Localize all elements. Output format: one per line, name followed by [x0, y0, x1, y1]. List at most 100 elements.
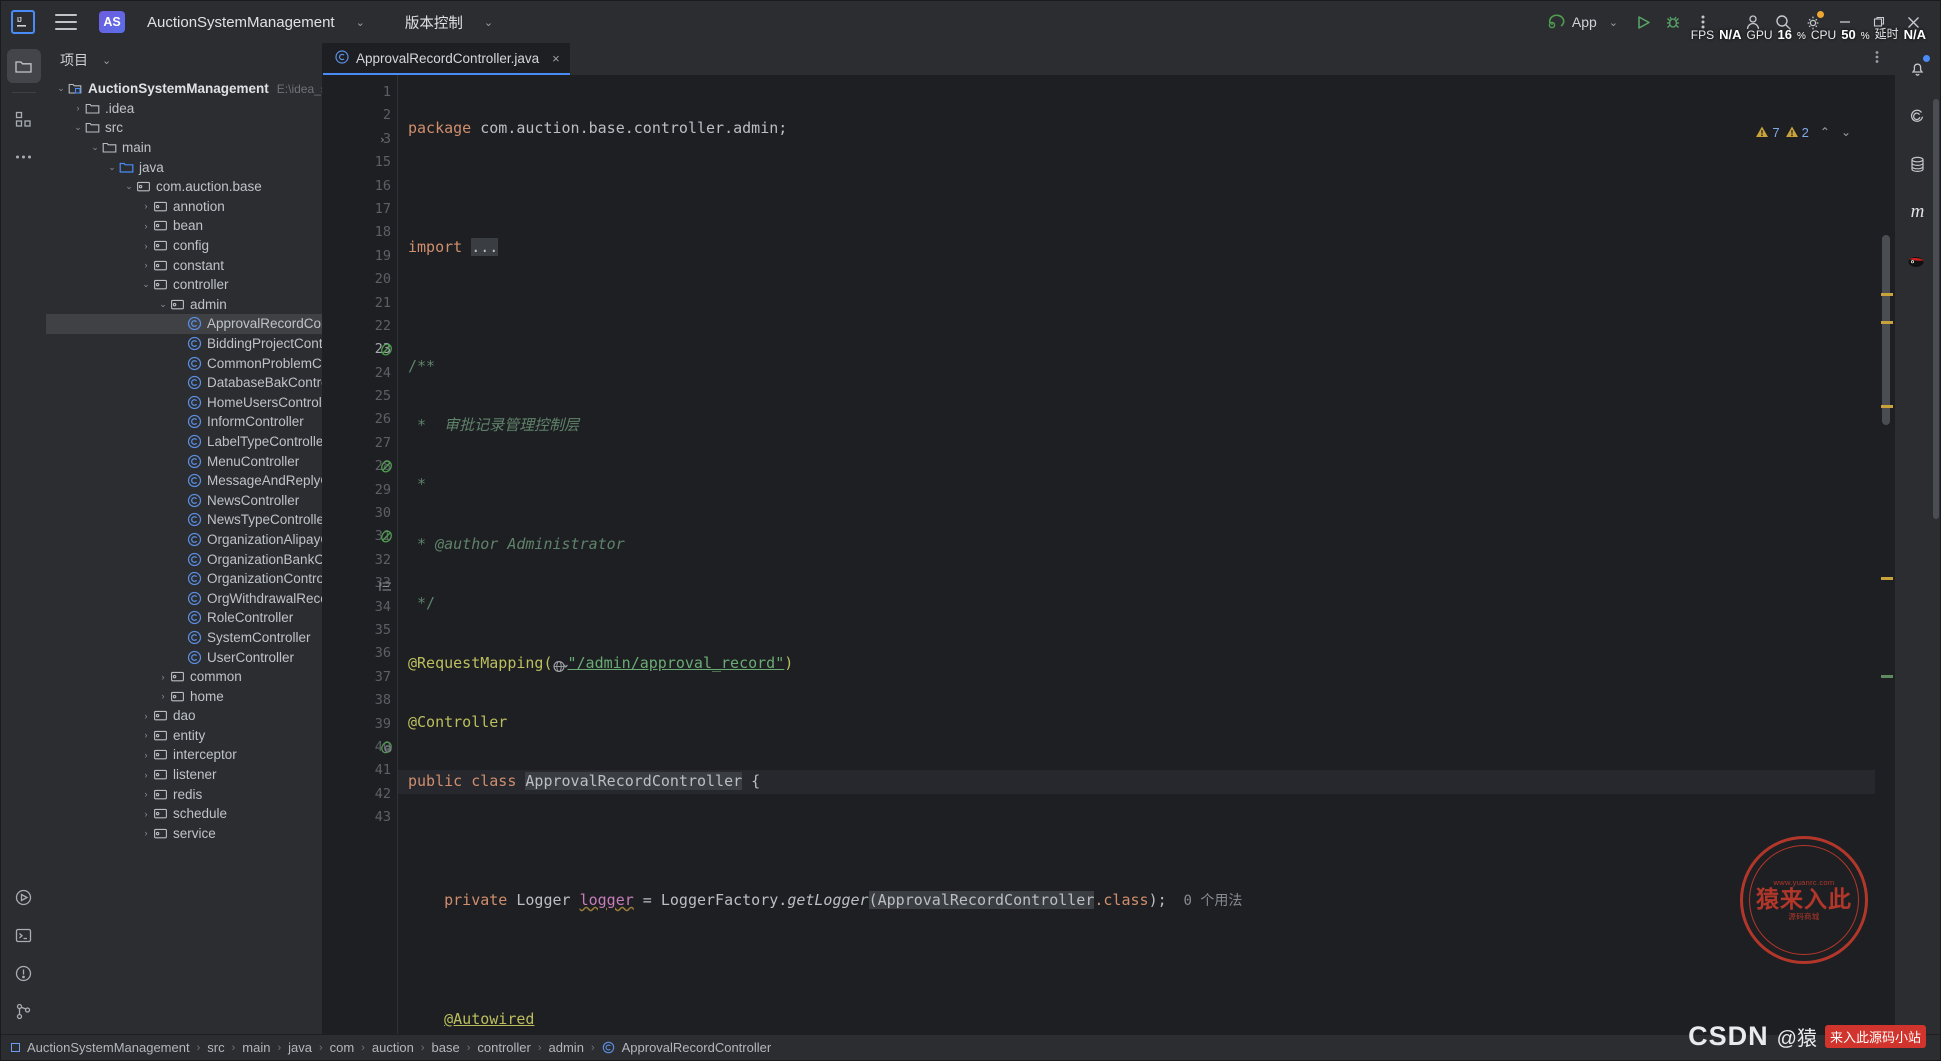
- gutter-line-37[interactable]: 37: [323, 666, 397, 689]
- gutter-line-17[interactable]: 17: [323, 198, 397, 221]
- tree-node-bean[interactable]: › bean: [46, 216, 322, 236]
- tree-toggle-arrow[interactable]: ›: [139, 711, 153, 721]
- usages-inlay-hint[interactable]: 0 个用法: [1183, 893, 1242, 909]
- prev-problem-icon[interactable]: ⌃: [1820, 125, 1830, 139]
- tree-node-newscontroller[interactable]: NewsController: [46, 490, 322, 510]
- tree-node-redis[interactable]: › redis: [46, 784, 322, 804]
- project-view-chevron-down-icon[interactable]: ⌄: [102, 54, 111, 67]
- tree-toggle-arrow[interactable]: ⌄: [122, 181, 136, 192]
- tree-node-organizationalipaycontroller[interactable]: OrganizationAlipayController: [46, 530, 322, 550]
- breadcrumb-controller[interactable]: controller: [477, 1040, 530, 1055]
- project-tree[interactable]: ⌄ AuctionSystemManagement E:\idea_space\Au…: [46, 77, 322, 1034]
- tree-toggle-arrow[interactable]: ⌄: [156, 299, 170, 310]
- tree-node-menucontroller[interactable]: MenuController: [46, 451, 322, 471]
- tree-toggle-arrow[interactable]: ›: [139, 750, 153, 760]
- tree-toggle-arrow[interactable]: ›: [139, 260, 153, 270]
- gutter-line-29[interactable]: 29: [323, 479, 397, 502]
- tree-toggle-arrow[interactable]: ›: [139, 221, 153, 231]
- breadcrumb-java[interactable]: java: [288, 1040, 312, 1055]
- error-stripe-area[interactable]: [1875, 75, 1895, 1034]
- problems-tool-icon[interactable]: [7, 956, 41, 990]
- breadcrumb-base[interactable]: base: [432, 1040, 460, 1055]
- gutter-line-22[interactable]: 22: [323, 315, 397, 338]
- gutter-line-38[interactable]: 38: [323, 689, 397, 712]
- tree-node--idea[interactable]: › .idea: [46, 99, 322, 119]
- tree-node-config[interactable]: › config: [46, 236, 322, 256]
- project-chevron-down-icon[interactable]: ⌄: [356, 16, 365, 29]
- spring-icon[interactable]: [1901, 99, 1935, 133]
- gutter-line-16[interactable]: 16: [323, 175, 397, 198]
- maximize-button[interactable]: [1862, 7, 1896, 37]
- tree-toggle-arrow[interactable]: ›: [156, 691, 170, 701]
- tree-node-dao[interactable]: › dao: [46, 706, 322, 726]
- gutter-line-3[interactable]: › 3: [323, 128, 397, 151]
- editor-more-icon[interactable]: [1867, 50, 1887, 69]
- tree-node-annotion[interactable]: › annotion: [46, 197, 322, 217]
- version-control-icon[interactable]: [7, 994, 41, 1028]
- gutter-line-33[interactable]: 33: [323, 572, 397, 595]
- tree-node-biddingprojectcontroller[interactable]: BiddingProjectController: [46, 334, 322, 354]
- editor-tab-approvalrecordcontroller[interactable]: ApprovalRecordController.java ×: [323, 43, 570, 75]
- editor-gutter[interactable]: 1 2 › 3 15 16 17 18 19 20 21 22 23 24 25 26 27 28 29 30 31 32…: [323, 75, 397, 1034]
- tree-node-admin[interactable]: ⌄ admin: [46, 295, 322, 315]
- tree-node-messageandreplycontroller[interactable]: MessageAndReplyController: [46, 471, 322, 491]
- gutter-line-23[interactable]: 23: [323, 338, 397, 361]
- tree-toggle-arrow[interactable]: ›: [139, 770, 153, 780]
- tree-node-constant[interactable]: › constant: [46, 255, 322, 275]
- breadcrumb-main[interactable]: main: [242, 1040, 270, 1055]
- gutter-line-36[interactable]: 36: [323, 642, 397, 665]
- tree-node-commonproblemcontroller[interactable]: CommonProblemController: [46, 353, 322, 373]
- project-name[interactable]: AuctionSystemManagement: [147, 14, 335, 31]
- stripe-info-mark[interactable]: [1881, 675, 1893, 678]
- run-button[interactable]: [1628, 7, 1658, 37]
- gutter-line-2[interactable]: 2: [323, 104, 397, 127]
- tree-toggle-arrow[interactable]: ›: [139, 828, 153, 838]
- stripe-warning-mark-4[interactable]: [1881, 577, 1893, 580]
- gutter-line-40[interactable]: 40: [323, 736, 397, 759]
- more-actions-icon[interactable]: [1688, 7, 1718, 37]
- tree-toggle-arrow[interactable]: ›: [139, 241, 153, 251]
- gutter-line-18[interactable]: 18: [323, 221, 397, 244]
- gutter-line-24[interactable]: 24: [323, 362, 397, 385]
- editor-vertical-scrollbar[interactable]: [1882, 235, 1890, 425]
- tree-node-entity[interactable]: › entity: [46, 726, 322, 746]
- search-icon[interactable]: [1768, 7, 1798, 37]
- gutter-line-30[interactable]: 30: [323, 502, 397, 525]
- breadcrumb-approvalrecordcontroller[interactable]: ApprovalRecordController: [602, 1040, 771, 1055]
- tree-node-src[interactable]: ⌄ src: [46, 118, 322, 138]
- tree-toggle-arrow[interactable]: ⌄: [105, 162, 119, 173]
- gutter-line-15[interactable]: 15: [323, 151, 397, 174]
- vcs-widget-label[interactable]: 版本控制: [405, 12, 463, 33]
- tree-node-rolecontroller[interactable]: RoleController: [46, 608, 322, 628]
- tree-node-listener[interactable]: › listener: [46, 765, 322, 785]
- tree-node-homeuserscontroller[interactable]: HomeUsersController: [46, 393, 322, 413]
- maven-icon[interactable]: m: [1901, 195, 1935, 229]
- tree-node-controller[interactable]: ⌄ controller: [46, 275, 322, 295]
- tree-toggle-arrow[interactable]: ›: [139, 789, 153, 799]
- gutter-line-31[interactable]: 31: [323, 525, 397, 548]
- gutter-line-41[interactable]: 41: [323, 759, 397, 782]
- breadcrumb-auction[interactable]: auction: [372, 1040, 414, 1055]
- debug-button[interactable]: [1658, 7, 1688, 37]
- terminal-tool-icon[interactable]: [7, 918, 41, 952]
- run-tool-icon[interactable]: [7, 880, 41, 914]
- breadcrumb-auctionsystemmanagement[interactable]: AuctionSystemManagement: [11, 1040, 190, 1055]
- run-config-chevron-down-icon[interactable]: ⌄: [1609, 16, 1618, 29]
- fold-arrow-icon[interactable]: ›: [379, 128, 386, 151]
- gutter-line-43[interactable]: 43: [323, 806, 397, 829]
- ninja-plugin-icon[interactable]: [1901, 243, 1935, 277]
- minimize-button[interactable]: [1828, 7, 1862, 37]
- next-problem-icon[interactable]: ⌄: [1841, 125, 1851, 139]
- tree-node-organizationcontroller[interactable]: OrganizationController: [46, 569, 322, 589]
- gutter-line-26[interactable]: 26: [323, 408, 397, 431]
- tree-node-home[interactable]: › home: [46, 686, 322, 706]
- tree-node-main[interactable]: ⌄ main: [46, 138, 322, 158]
- main-menu-icon[interactable]: [55, 14, 77, 30]
- tree-node-organizationbankcardcontroller[interactable]: OrganizationBankCardController: [46, 549, 322, 569]
- gutter-line-27[interactable]: 27: [323, 432, 397, 455]
- gutter-line-35[interactable]: 35: [323, 619, 397, 642]
- tree-toggle-arrow[interactable]: ⌄: [139, 279, 153, 290]
- close-icon[interactable]: ×: [552, 51, 560, 66]
- tree-toggle-arrow[interactable]: ›: [139, 201, 153, 211]
- tree-toggle-arrow[interactable]: ›: [139, 730, 153, 740]
